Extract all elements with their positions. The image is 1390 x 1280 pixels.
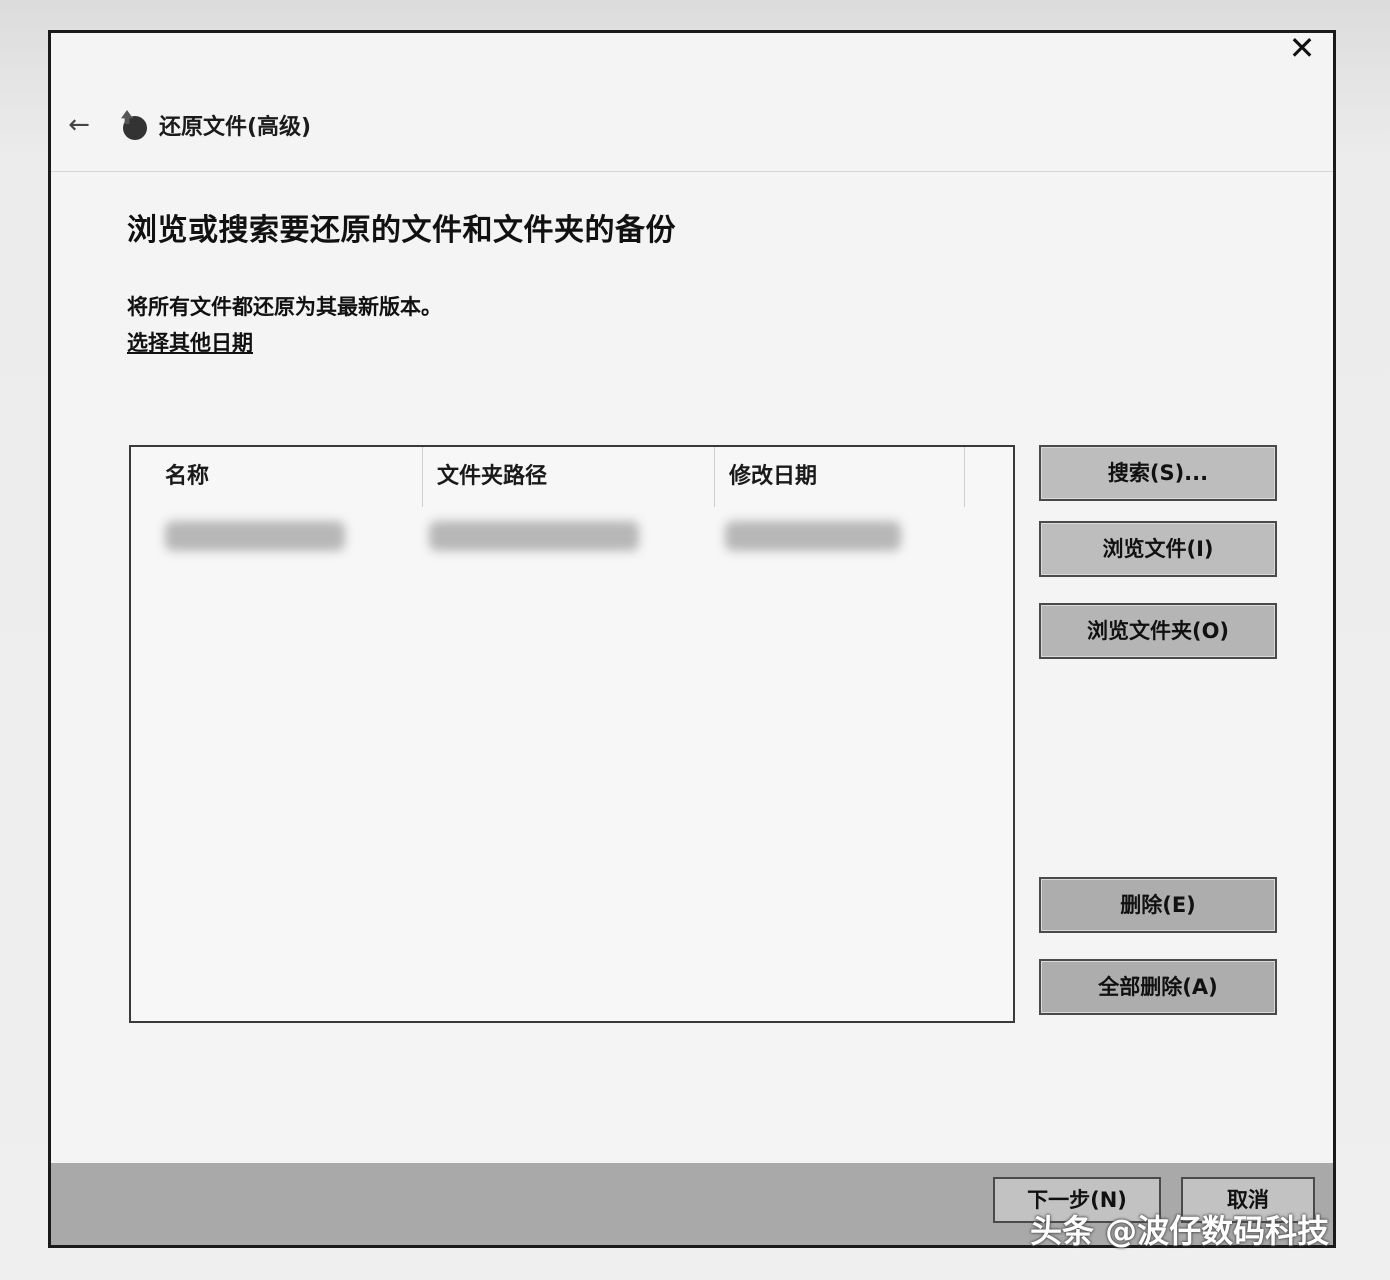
file-list-table[interactable]: 名称 文件夹路径 修改日期 [129, 445, 1015, 1023]
blurred-modified-date [725, 521, 901, 551]
browse-files-button[interactable]: 浏览文件(I) [1039, 521, 1277, 577]
close-button[interactable]: ✕ [1285, 32, 1319, 67]
choose-other-date-link[interactable]: 选择其他日期 [127, 327, 253, 357]
table-row[interactable] [131, 511, 1013, 561]
divider [51, 171, 1333, 172]
column-header-modified-date[interactable]: 修改日期 [715, 447, 965, 507]
column-header-name[interactable]: 名称 [131, 447, 423, 507]
browse-folders-button[interactable]: 浏览文件夹(O) [1039, 603, 1277, 659]
back-arrow-icon[interactable]: ← [61, 110, 97, 140]
watermark: 头条 @波仔数码科技 [1030, 1212, 1330, 1250]
title-bar: ← 还原文件(高级) [61, 103, 311, 147]
info-text: 将所有文件都还原为其最新版本。 [127, 295, 442, 319]
backup-restore-icon [121, 110, 151, 140]
restore-files-dialog: ✕ ← 还原文件(高级) 浏览或搜索要还原的文件和文件夹的备份 将所有文件都还原… [48, 30, 1336, 1248]
search-button[interactable]: 搜索(S)... [1039, 445, 1277, 501]
remove-button[interactable]: 删除(E) [1039, 877, 1277, 933]
page-heading: 浏览或搜索要还原的文件和文件夹的备份 [127, 213, 676, 248]
window-title: 还原文件(高级) [159, 115, 312, 140]
column-header-folder-path[interactable]: 文件夹路径 [423, 447, 715, 507]
blurred-file-name [165, 521, 345, 551]
table-header: 名称 文件夹路径 修改日期 [131, 447, 1013, 507]
blurred-folder-path [429, 521, 639, 551]
remove-all-button[interactable]: 全部删除(A) [1039, 959, 1277, 1015]
